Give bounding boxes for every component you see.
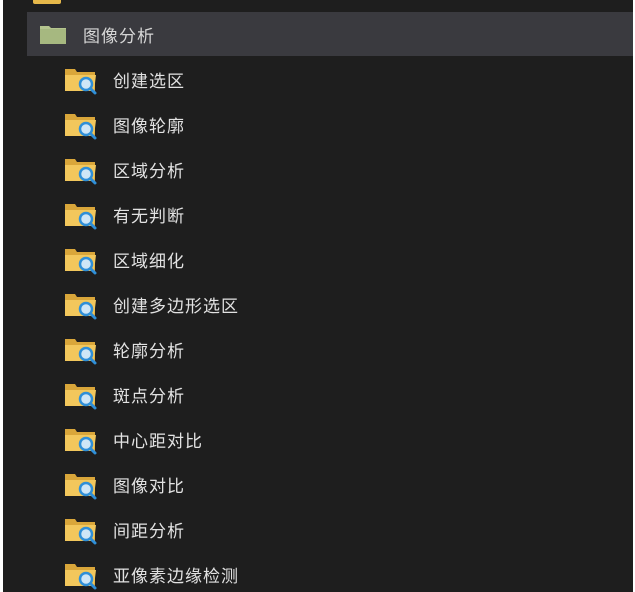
folder-search-icon [63, 379, 99, 411]
tree-item[interactable]: 间距分析 [63, 507, 623, 552]
tree-panel: 图像分析 创建选区 图像轮廓 区域分析 有无判断 区域细化 创建多边形选区 轮廓… [3, 0, 633, 592]
tree-item-label: 有无判断 [113, 207, 185, 227]
tree-item[interactable]: 有无判断 [63, 192, 623, 237]
partial-folder-icon [33, 0, 61, 4]
folder-search-icon [63, 154, 99, 186]
tree-item[interactable]: 区域细化 [63, 237, 623, 282]
tree-item-label: 中心距对比 [113, 432, 203, 452]
folder-search-icon [63, 424, 99, 456]
tree-item-label: 图像轮廓 [113, 117, 185, 137]
tree-item-label: 斑点分析 [113, 387, 185, 407]
folder-icon [39, 23, 67, 45]
folder-search-icon [63, 469, 99, 501]
tree-item[interactable]: 亚像素边缘检测 [63, 552, 623, 592]
tree-item[interactable]: 创建选区 [63, 57, 623, 102]
tree-node-label: 图像分析 [83, 26, 155, 47]
tree-item-label: 间距分析 [113, 522, 185, 542]
tree-item[interactable]: 图像轮廓 [63, 102, 623, 147]
folder-search-icon [63, 514, 99, 546]
tree-node-image-analysis[interactable]: 图像分析 [27, 12, 633, 56]
folder-search-icon [63, 64, 99, 96]
folder-search-icon [63, 109, 99, 141]
tree-item-label: 亚像素边缘检测 [113, 567, 239, 587]
tree-item[interactable]: 创建多边形选区 [63, 282, 623, 327]
tree-item-label: 创建选区 [113, 72, 185, 92]
tree-item[interactable]: 轮廓分析 [63, 327, 623, 372]
tree-item-label: 轮廓分析 [113, 342, 185, 362]
folder-search-icon [63, 334, 99, 366]
folder-search-icon [63, 559, 99, 591]
tree-item[interactable]: 斑点分析 [63, 372, 623, 417]
tree-item-label: 区域分析 [113, 162, 185, 182]
tree-item-label: 图像对比 [113, 477, 185, 497]
tree-item[interactable]: 中心距对比 [63, 417, 623, 462]
tree-item[interactable]: 图像对比 [63, 462, 623, 507]
tree-item-label: 创建多边形选区 [113, 297, 239, 317]
tree-children: 创建选区 图像轮廓 区域分析 有无判断 区域细化 创建多边形选区 轮廓分析 斑点… [63, 57, 623, 592]
folder-search-icon [63, 199, 99, 231]
tree-item[interactable]: 区域分析 [63, 147, 623, 192]
folder-search-icon [63, 244, 99, 276]
tree-item-label: 区域细化 [113, 252, 185, 272]
folder-search-icon [63, 289, 99, 321]
